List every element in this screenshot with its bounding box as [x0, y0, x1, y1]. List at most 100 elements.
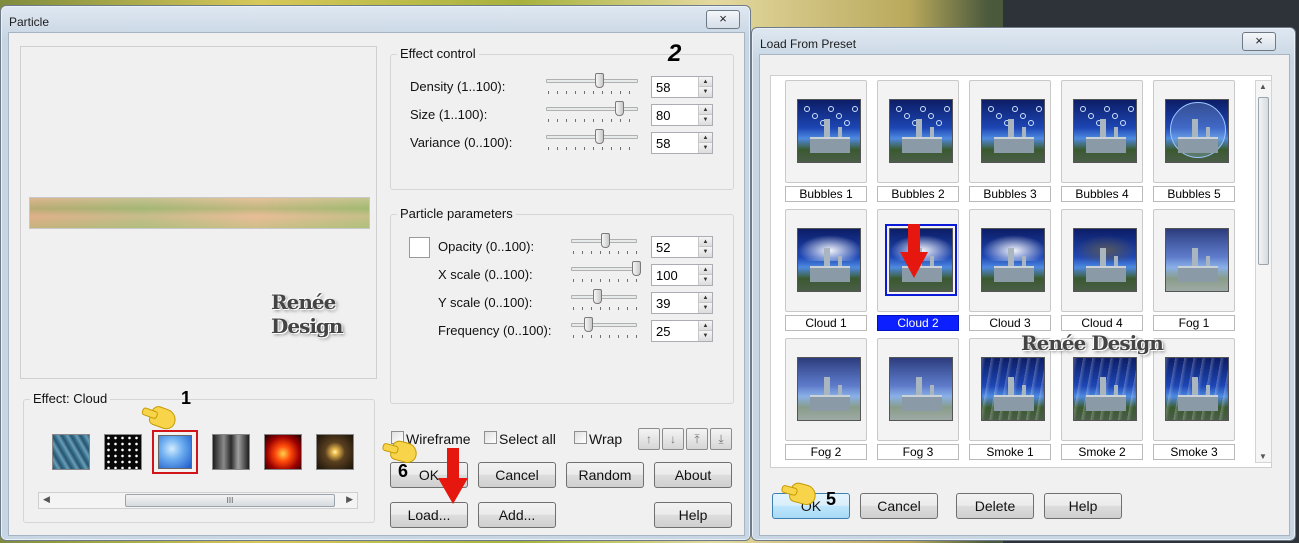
preset-item[interactable] [1153, 338, 1235, 441]
preset-thumbnail[interactable] [889, 357, 953, 421]
value-spinbox[interactable]: 80 ▲ ▼ [651, 104, 713, 126]
preset-caption[interactable]: Bubbles 1 [785, 186, 867, 202]
slider[interactable] [546, 101, 638, 116]
preset-thumbnail[interactable] [1165, 357, 1229, 421]
move-top-button[interactable]: ⤒ [686, 428, 708, 450]
close-icon[interactable]: × [706, 10, 740, 29]
preset-item[interactable] [969, 209, 1051, 312]
spin-down-icon[interactable]: ▼ [698, 275, 712, 285]
effect-cloud-icon[interactable] [152, 430, 198, 474]
load-button[interactable]: Load... [390, 502, 468, 528]
spin-up-icon[interactable]: ▲ [698, 321, 712, 331]
wrap-checkbox[interactable] [574, 431, 587, 444]
preset-item[interactable] [785, 338, 867, 441]
preset-item[interactable] [785, 209, 867, 312]
select-all-checkbox[interactable] [484, 431, 497, 444]
preset-caption[interactable]: Cloud 4 [1061, 315, 1143, 331]
value-spinbox[interactable]: 58 ▲ ▼ [651, 132, 713, 154]
effect-rain-icon[interactable] [52, 434, 90, 470]
value-spinbox[interactable]: 25 ▲ ▼ [651, 320, 713, 342]
slider-thumb[interactable] [595, 129, 605, 144]
value-field[interactable]: 52 [656, 240, 670, 255]
preset-item[interactable] [1153, 209, 1235, 312]
slider-thumb[interactable] [632, 261, 641, 276]
spin-down-icon[interactable]: ▼ [698, 331, 712, 341]
slider-thumb[interactable] [595, 73, 605, 88]
add-button[interactable]: Add... [478, 502, 556, 528]
preset-caption[interactable]: Bubbles 3 [969, 186, 1051, 202]
preset-thumbnail[interactable] [981, 99, 1045, 163]
preset-caption[interactable]: Fog 1 [1153, 315, 1235, 331]
preset-thumbnail[interactable] [797, 99, 861, 163]
preset-thumbnail[interactable] [889, 99, 953, 163]
slider[interactable] [571, 261, 641, 276]
preset-thumbnail[interactable] [1073, 357, 1137, 421]
spin-up-icon[interactable]: ▲ [698, 237, 712, 247]
preset-thumbnail[interactable] [1073, 228, 1137, 292]
spin-up-icon[interactable]: ▲ [698, 293, 712, 303]
value-spinbox[interactable]: 52 ▲ ▼ [651, 236, 713, 258]
preset-thumbnail[interactable] [981, 357, 1045, 421]
value-spinbox[interactable]: 58 ▲ ▼ [651, 76, 713, 98]
cancel-button[interactable]: Cancel [478, 462, 556, 488]
slider-thumb[interactable] [584, 317, 593, 332]
move-up-button[interactable]: ↑ [638, 428, 660, 450]
value-field[interactable]: 80 [656, 108, 670, 123]
vertical-scrollbar[interactable]: ▲ ▼ [1255, 80, 1272, 463]
value-field[interactable]: 58 [656, 80, 670, 95]
spin-up-icon[interactable]: ▲ [698, 133, 712, 143]
effect-fire-icon[interactable] [264, 434, 302, 470]
effect-smoke-icon[interactable] [212, 434, 250, 470]
close-icon[interactable]: × [1242, 32, 1276, 51]
preset-caption[interactable]: Cloud 2 [877, 315, 959, 331]
preset-item[interactable] [1061, 80, 1143, 183]
preset-item[interactable] [877, 338, 959, 441]
preset-item[interactable] [1061, 209, 1143, 312]
spin-down-icon[interactable]: ▼ [698, 247, 712, 257]
effect-snow-icon[interactable] [104, 434, 142, 470]
value-field[interactable]: 58 [656, 136, 670, 151]
scroll-thumb[interactable] [1258, 97, 1269, 265]
preset-thumbnail[interactable] [797, 357, 861, 421]
preset-thumbnail[interactable] [1165, 228, 1229, 292]
value-spinbox[interactable]: 39 ▲ ▼ [651, 292, 713, 314]
preset-item[interactable] [785, 80, 867, 183]
preset-item[interactable] [1153, 80, 1235, 183]
spin-down-icon[interactable]: ▼ [698, 303, 712, 313]
scroll-up-icon[interactable]: ▲ [1259, 82, 1267, 91]
effect-sparkle-icon[interactable] [316, 434, 354, 470]
slider[interactable] [571, 317, 637, 332]
move-bottom-button[interactable]: ⤓ [710, 428, 732, 450]
preset-caption[interactable]: Cloud 1 [785, 315, 867, 331]
slider[interactable] [546, 73, 638, 88]
preset-caption[interactable]: Fog 2 [785, 444, 867, 460]
horizontal-scrollbar[interactable]: ◀ III ▶ [38, 492, 358, 509]
spin-up-icon[interactable]: ▲ [698, 105, 712, 115]
preset-thumbnail[interactable] [797, 228, 861, 292]
scroll-left-icon[interactable]: ◀ [43, 494, 50, 505]
preset-item[interactable] [877, 80, 959, 183]
move-down-button[interactable]: ↓ [662, 428, 684, 450]
preset-caption[interactable]: Smoke 1 [969, 444, 1051, 460]
slider-thumb[interactable] [615, 101, 624, 116]
preset-item[interactable] [969, 80, 1051, 183]
slider-thumb[interactable] [601, 233, 611, 248]
slider[interactable] [571, 233, 637, 248]
spin-down-icon[interactable]: ▼ [698, 143, 712, 153]
slider[interactable] [546, 129, 638, 144]
preset-caption[interactable]: Smoke 3 [1153, 444, 1235, 460]
preset-caption[interactable]: Bubbles 4 [1061, 186, 1143, 202]
value-field[interactable]: 25 [656, 324, 670, 339]
preset-caption[interactable]: Smoke 2 [1061, 444, 1143, 460]
value-spinbox[interactable]: 100 ▲ ▼ [651, 264, 713, 286]
delete-button[interactable]: Delete [956, 493, 1034, 519]
spin-up-icon[interactable]: ▲ [698, 77, 712, 87]
scroll-right-icon[interactable]: ▶ [346, 494, 353, 505]
scroll-thumb[interactable]: III [125, 494, 335, 507]
spin-down-icon[interactable]: ▼ [698, 115, 712, 125]
random-button[interactable]: Random [566, 462, 644, 488]
preset-thumbnail[interactable] [1073, 99, 1137, 163]
scroll-down-icon[interactable]: ▼ [1259, 452, 1267, 461]
value-field[interactable]: 39 [656, 296, 670, 311]
preset-caption[interactable]: Bubbles 5 [1153, 186, 1235, 202]
